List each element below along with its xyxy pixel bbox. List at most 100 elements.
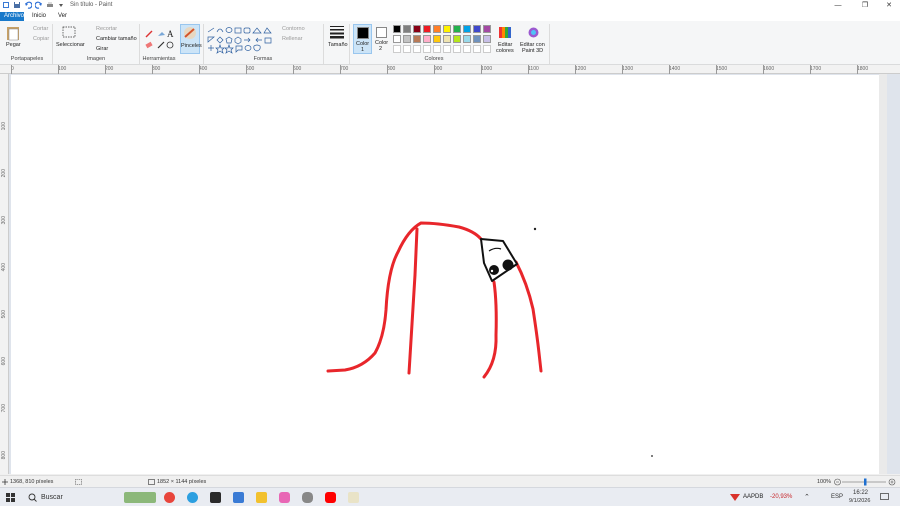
palette-swatch[interactable] (393, 25, 401, 33)
clock-time[interactable]: 16:22 (853, 490, 868, 496)
palette-swatch[interactable] (453, 25, 461, 33)
file-explorer-icon[interactable] (256, 492, 267, 503)
palette-empty-swatch[interactable] (453, 45, 461, 53)
size-icon[interactable] (329, 25, 345, 39)
palette-swatch[interactable] (423, 25, 431, 33)
copilot-icon[interactable] (279, 492, 290, 503)
palette-swatch[interactable] (413, 25, 421, 33)
tab-ver[interactable]: Ver (54, 12, 71, 21)
windows-start-icon[interactable] (6, 493, 15, 502)
shapes-gallery[interactable] (207, 26, 279, 54)
clock-date[interactable]: 9/1/2026 (849, 498, 870, 504)
taskbar-search-box[interactable]: Buscar (41, 494, 63, 501)
brushes-button[interactable]: Pinceles (180, 24, 202, 54)
undo-icon[interactable] (24, 1, 32, 9)
edit-colors-icon[interactable] (498, 26, 512, 39)
palette-empty-swatch[interactable] (443, 45, 451, 53)
redo-icon[interactable] (35, 1, 43, 9)
save-icon[interactable] (13, 1, 21, 9)
tab-archivo[interactable]: Archivo (0, 12, 24, 21)
youtube-icon[interactable] (325, 492, 336, 503)
palette-swatch[interactable] (413, 35, 421, 43)
palette-empty-swatch[interactable] (403, 45, 411, 53)
palette-empty-swatch[interactable] (413, 45, 421, 53)
print-icon[interactable] (46, 1, 54, 9)
color2-button[interactable]: Color 2 (374, 24, 391, 54)
palette-swatch[interactable] (463, 35, 471, 43)
image-group-label: Imagen (86, 56, 106, 62)
palette-empty-swatch[interactable] (423, 45, 431, 53)
ribbon: Pegar Cortar Copiar Portapapeles Selecci… (0, 21, 900, 65)
ruler-h-label: 900 (434, 66, 443, 72)
palette-swatch[interactable] (463, 25, 471, 33)
close-button[interactable]: ✕ (876, 0, 900, 11)
select-icon[interactable] (62, 26, 76, 38)
copy-button[interactable]: Copiar (33, 36, 49, 42)
red-stroke-leg1 (407, 227, 419, 375)
stock-name[interactable]: AAPDB (743, 494, 763, 500)
stock-change: -20,93% (770, 494, 793, 500)
paint3d-button-line2: Paint 3D (522, 48, 544, 54)
resize-button[interactable]: Cambiar tamaño (96, 36, 137, 42)
palette-swatch[interactable] (433, 35, 441, 43)
palette-swatch[interactable] (423, 35, 431, 43)
palette-swatch[interactable] (403, 35, 411, 43)
mouse-icon[interactable] (302, 492, 313, 503)
cursor-position-icon (2, 479, 8, 485)
tools-icons[interactable]: A (144, 27, 178, 51)
palette-swatch[interactable] (443, 25, 451, 33)
eye-left (489, 265, 499, 275)
chrome-icon[interactable] (164, 492, 175, 503)
palette-empty-swatch[interactable] (463, 45, 471, 53)
paste-icon[interactable] (6, 25, 20, 41)
widgets-icon[interactable] (124, 492, 156, 503)
select-button[interactable]: Seleccionar (56, 42, 85, 48)
palette-empty-swatch[interactable] (473, 45, 481, 53)
outline-button[interactable]: Contorno (282, 26, 305, 32)
minimize-button[interactable]: — (825, 0, 851, 11)
vertical-ruler: 100 200 300 400 500 600 700 800 (0, 74, 9, 474)
palette-empty-swatch[interactable] (483, 45, 491, 53)
notifications-icon[interactable] (880, 493, 889, 501)
palette-swatch[interactable] (443, 35, 451, 43)
image-size-icon (148, 479, 155, 485)
palette-empty-swatch[interactable] (393, 45, 401, 53)
palette-swatch[interactable] (473, 35, 481, 43)
palette-swatch[interactable] (453, 35, 461, 43)
palette-swatch[interactable] (433, 25, 441, 33)
black-head (480, 238, 518, 282)
tray-chevron-icon[interactable]: ⌃ (804, 493, 810, 501)
fill-button[interactable]: Rellenar (282, 36, 302, 42)
palette-swatch[interactable] (473, 25, 481, 33)
customize-toolbar-icon[interactable] (57, 1, 65, 9)
ruler-h-tick (716, 65, 717, 74)
palette-swatch[interactable] (483, 35, 491, 43)
rotate-button[interactable]: Girar (96, 46, 108, 52)
red-stroke-leg2 (482, 280, 498, 379)
crop-button[interactable]: Recortar (96, 26, 117, 32)
ruler-h-label: 800 (387, 66, 396, 72)
paste-button[interactable]: Pegar (6, 42, 21, 48)
palette-swatch[interactable] (403, 25, 411, 33)
cut-button[interactable]: Cortar (33, 26, 48, 32)
palette-swatch[interactable] (393, 35, 401, 43)
vertical-scrollbar[interactable] (879, 74, 887, 474)
language-indicator[interactable]: ESP (831, 494, 843, 500)
ruler-h-tick (340, 65, 341, 74)
ruler-h-label: 1600 (763, 66, 775, 72)
paint-taskbar-icon[interactable] (348, 492, 359, 503)
drawing-canvas[interactable] (11, 75, 879, 474)
palette-empty-swatch[interactable] (433, 45, 441, 53)
tab-inicio[interactable]: Inicio (28, 12, 50, 21)
maximize-button[interactable]: ❐ (852, 0, 878, 11)
palette-swatch[interactable] (483, 25, 491, 33)
edge-icon[interactable] (187, 492, 198, 503)
ruler-h-label: 1200 (575, 66, 587, 72)
zoom-slider[interactable] (834, 478, 896, 486)
ruler-v-label: 200 (1, 169, 7, 178)
size-button[interactable]: Tamaño (328, 42, 348, 48)
color1-button[interactable]: Color 1 (353, 24, 372, 54)
store-icon[interactable] (233, 492, 244, 503)
paint3d-icon[interactable] (527, 26, 540, 39)
terminal-icon[interactable] (210, 492, 221, 503)
